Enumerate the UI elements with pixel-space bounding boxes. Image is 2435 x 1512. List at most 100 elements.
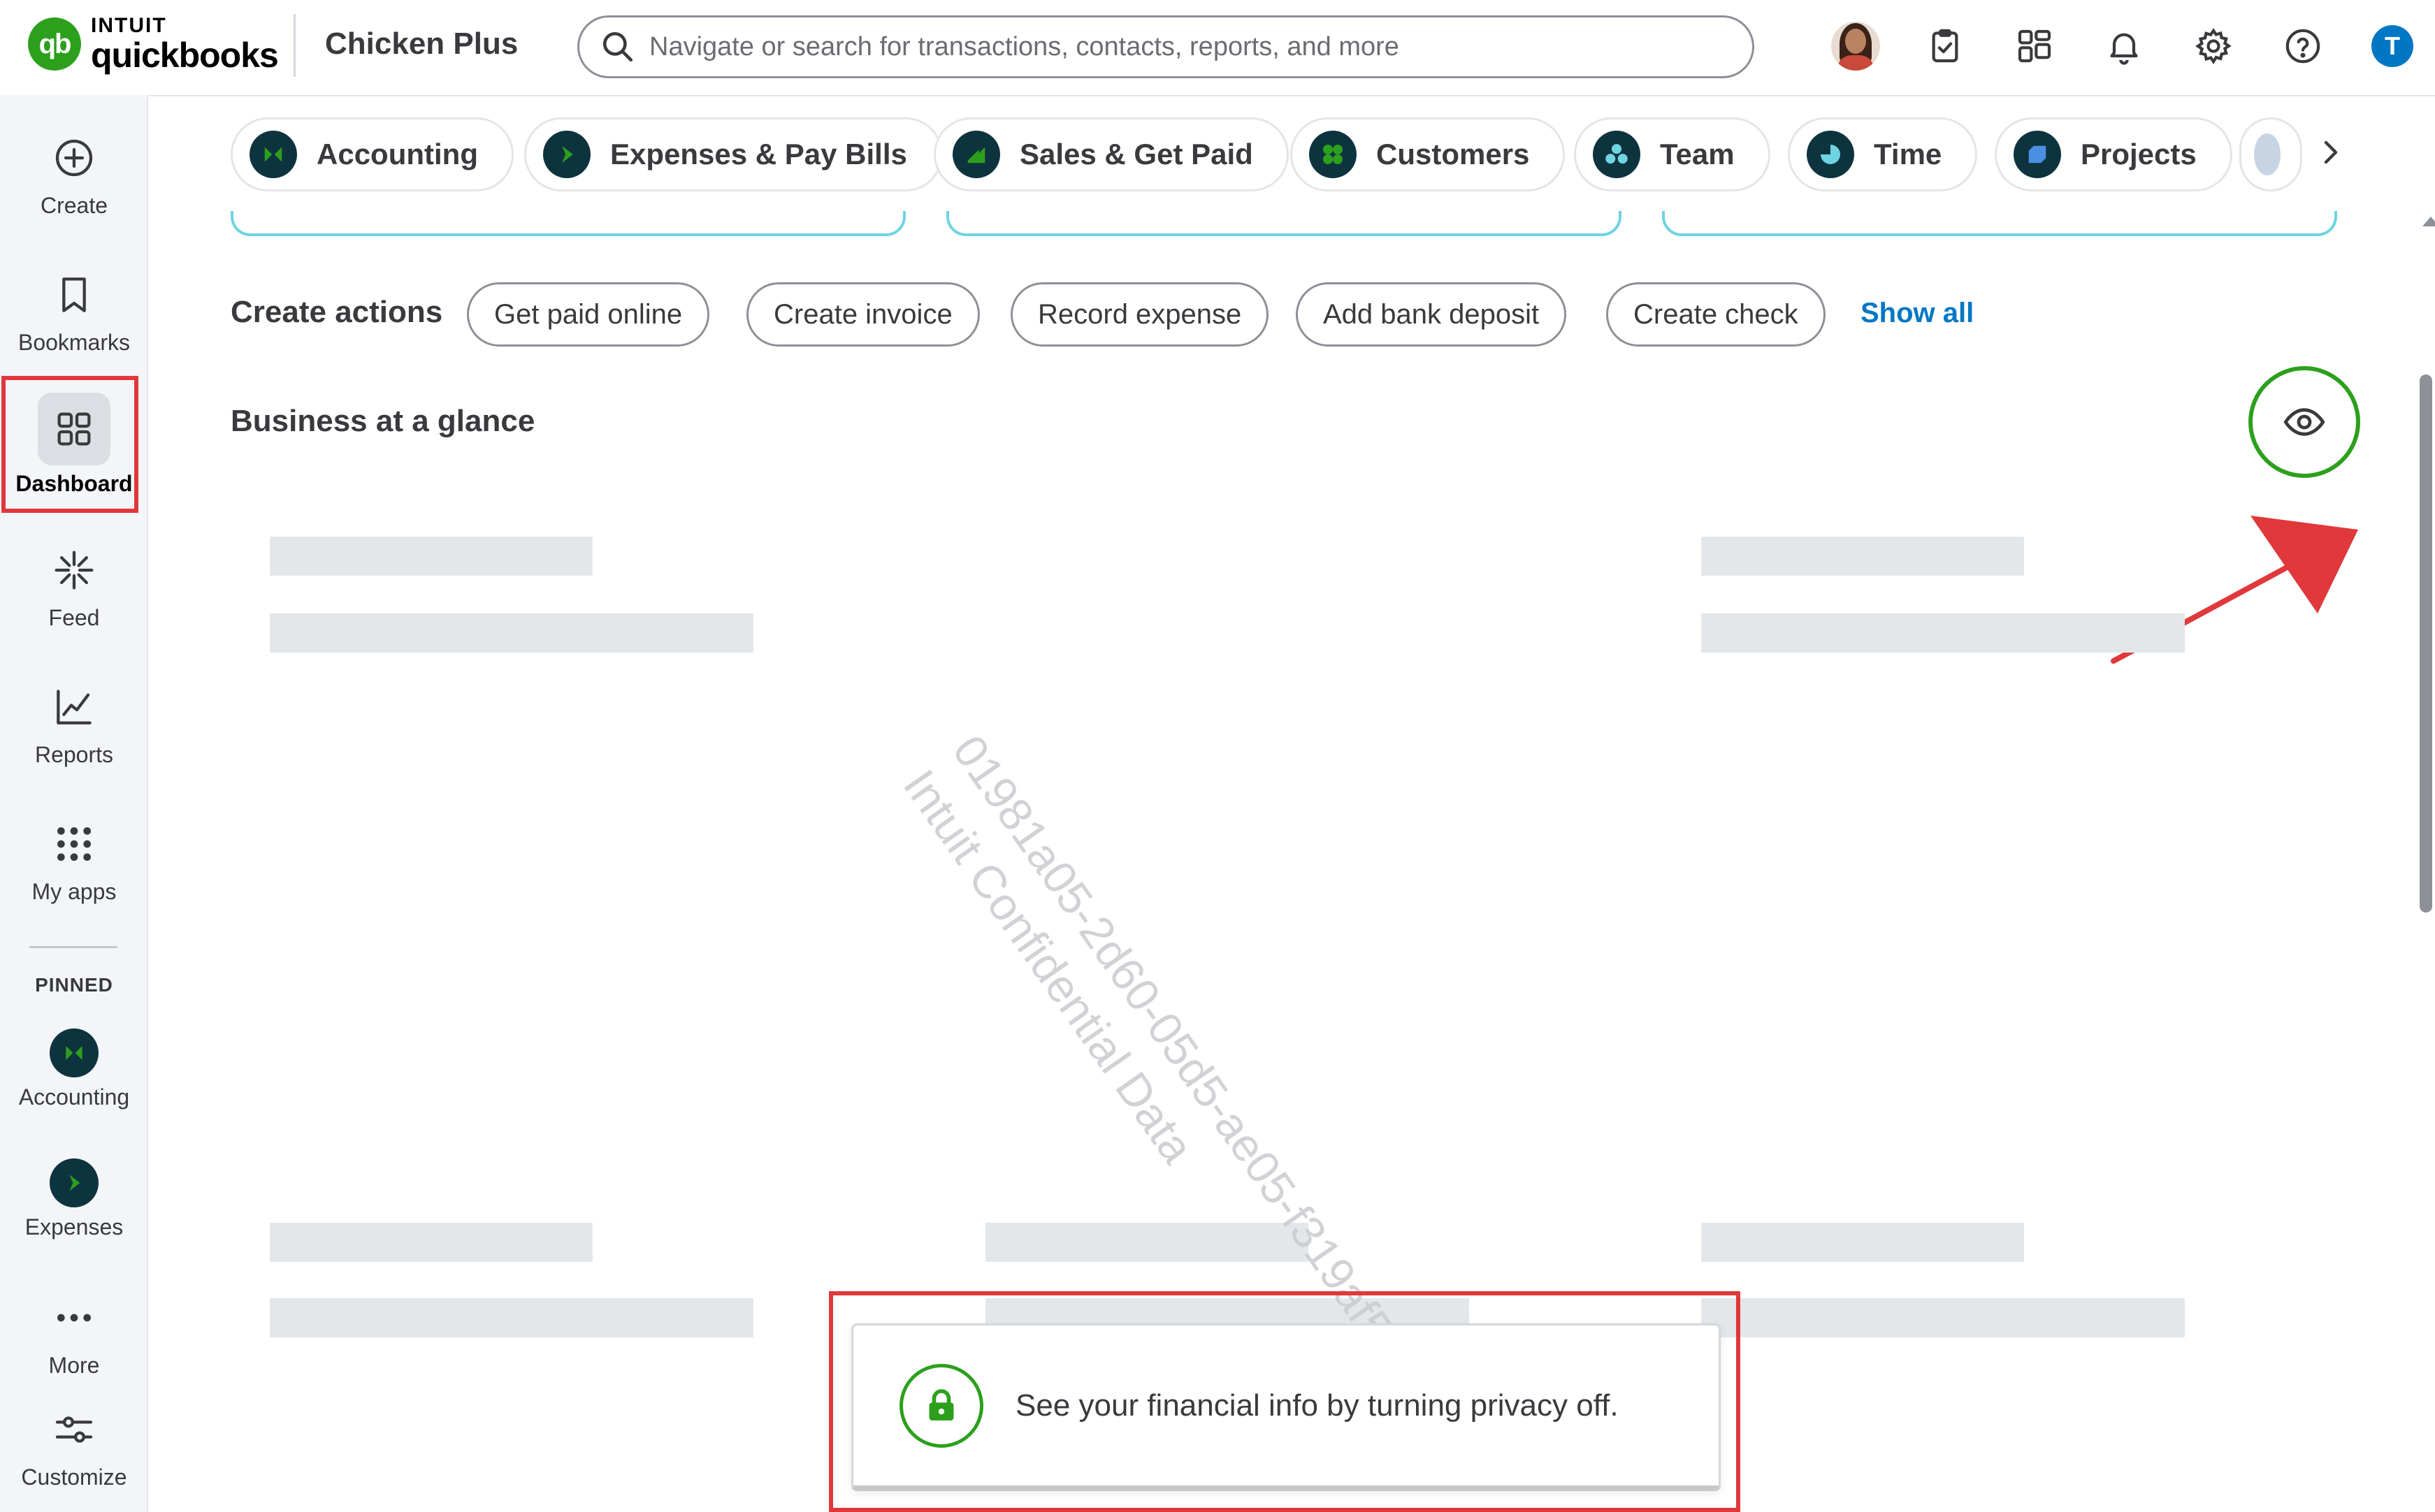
dashboard-content: Accounting Expenses & Pay Bills Sales & … [150,95,2435,1512]
global-search[interactable] [577,15,1754,78]
grid-dots-icon [57,827,91,861]
sidebar-item-label: Expenses [24,1214,124,1240]
app-tabs-strip: Accounting Expenses & Pay Bills Sales & … [150,95,2435,212]
sidebar-item-customize[interactable]: Customize [0,1402,148,1490]
top-bar: qb INTUIT quickbooks Chicken Plus Naviga… [0,0,2435,95]
lock-icon-circle [899,1363,983,1448]
sidebar-item-bookmarks[interactable]: Bookmarks [0,267,148,356]
partial-cards [150,211,2435,239]
sales-icon [967,147,985,163]
sparkle-icon [55,551,94,590]
sidebar-divider [29,946,117,948]
record-expense-button[interactable]: Record expense [1011,282,1269,347]
tab-sales-get-paid[interactable]: Sales & Get Paid [934,117,1289,191]
expenses-icon [562,145,573,163]
switch-view-button[interactable] [2007,18,2062,74]
sidebar-item-label: Feed [48,605,100,630]
bell-icon [2110,33,2138,65]
more-dots-icon [57,1314,91,1322]
skeleton-line [270,1298,753,1337]
sidebar-item-label: More [48,1353,100,1374]
accounting-icon [264,147,282,162]
sliders-icon [55,1416,93,1443]
quickbooks-logo[interactable]: qb INTUIT quickbooks [28,14,279,75]
sidebar-item-my-apps[interactable]: My apps [0,816,148,905]
skeleton-line [270,537,593,576]
profile-avatar-button[interactable] [1828,18,1884,74]
sidebar-item-label: Bookmarks [17,330,131,355]
dashboard-highlight-box [1,376,138,513]
apps-switch-icon [2018,29,2051,63]
team-icon [1605,144,1628,164]
tab-accounting[interactable]: Accounting [231,117,514,191]
quickbooks-wordmark: quickbooks [91,36,279,75]
sidebar-item-pinned-expenses[interactable]: Expenses [0,1158,148,1240]
sidebar-item-reports[interactable]: Reports [0,679,148,768]
tasks-button[interactable] [1917,18,1973,74]
company-name: Chicken Plus [325,27,519,61]
tab-partial[interactable] [2239,117,2302,191]
tabs-scroll-right-button[interactable] [2309,131,2351,173]
search-icon [602,31,633,62]
skeleton-line [270,613,753,653]
search-input[interactable] [649,31,1698,62]
gear-icon [2195,28,2232,65]
left-sidebar: Create Bookmarks Dashboard Feed Reports … [0,95,148,1512]
task-list-icon [1932,29,1958,63]
intuit-wordmark: INTUIT [91,14,167,37]
create-actions-title: Create actions [231,295,443,329]
user-badge: T [2371,25,2413,67]
tab-expenses-pay-bills[interactable]: Expenses & Pay Bills [524,117,943,191]
pinned-heading: PINNED [35,974,113,996]
accounting-icon [66,1046,82,1060]
tab-projects[interactable]: Projects [1995,117,2232,191]
business-glance-title: Business at a glance [231,404,535,438]
notifications-button[interactable] [2096,18,2152,74]
eye-icon [2283,408,2325,436]
partial-card [1662,211,2337,236]
tab-time[interactable]: Time [1788,117,1978,191]
sidebar-item-label: My apps [31,879,117,904]
add-bank-deposit-button[interactable]: Add bank deposit [1296,282,1567,347]
sidebar-item-feed[interactable]: Feed [0,542,148,631]
tab-customers[interactable]: Customers [1290,117,1566,191]
get-paid-online-button[interactable]: Get paid online [467,282,710,347]
help-icon [2285,29,2320,64]
sidebar-item-more[interactable]: More [0,1290,148,1374]
partial-card [231,211,906,236]
header-actions: T [1828,18,2420,74]
skeleton-line [270,1223,593,1262]
chart-icon [57,690,92,725]
settings-button[interactable] [2185,18,2241,74]
privacy-message: See your financial info by turning priva… [1016,1388,1619,1423]
sidebar-item-label: Customize [21,1464,127,1490]
sidebar-item-create[interactable]: Create [0,130,148,219]
chevron-right-icon [2324,140,2338,164]
privacy-toast: See your financial info by turning priva… [851,1323,1721,1491]
expenses-icon [69,1175,80,1191]
scroll-up-arrow[interactable] [2422,217,2435,226]
partial-card [946,211,1621,236]
create-invoice-button[interactable]: Create invoice [746,282,980,347]
skeleton-line [1701,1298,2185,1337]
sidebar-item-pinned-accounting[interactable]: Accounting [0,1028,148,1110]
scrollbar-thumb[interactable] [2420,375,2432,913]
skeleton-line [1701,1223,2024,1262]
bookmark-icon [62,277,86,312]
create-check-button[interactable]: Create check [1606,282,1826,347]
qb-logo-icon: qb [28,17,81,71]
user-account-button[interactable]: T [2364,18,2420,74]
tab-team[interactable]: Team [1574,117,1770,191]
sidebar-item-label: Accounting [18,1084,130,1110]
skeleton-line [1701,613,2185,653]
show-all-link[interactable]: Show all [1860,298,1974,329]
sidebar-item-label: Reports [34,742,114,767]
customers-icon [1323,145,1343,164]
header-divider [294,14,296,77]
annotation-arrow [2111,516,2358,664]
time-icon [1821,145,1840,164]
privacy-toggle-button[interactable] [2248,366,2360,478]
sidebar-item-label: Create [40,193,108,218]
plus-circle-icon [55,139,93,177]
help-button[interactable] [2275,18,2331,74]
